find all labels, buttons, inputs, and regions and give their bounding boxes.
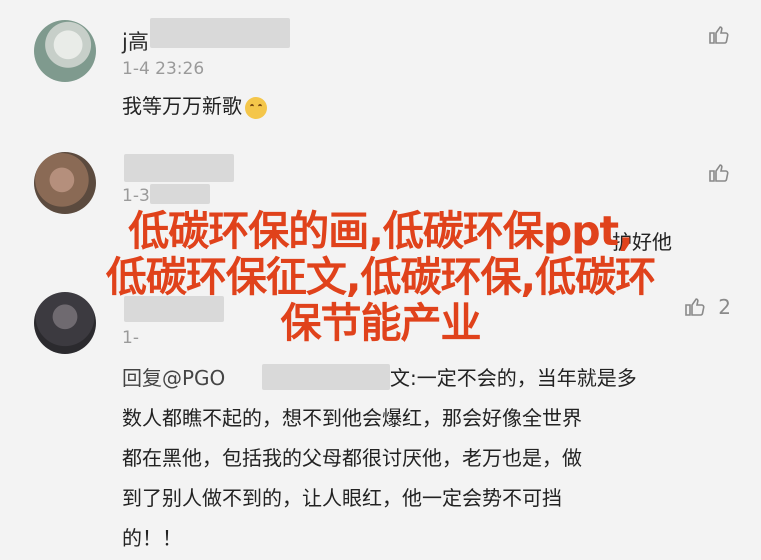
like-button[interactable] (707, 160, 731, 185)
reply-target-blur (262, 364, 390, 390)
name-blur (124, 154, 234, 182)
overlay-line-1: 低碳环保的画,低碳环保ppt, (128, 207, 633, 255)
overlay-title: 低碳环保的画,低碳环保ppt, 低碳环保征文,低碳环保,低碳环 保节能产业 (0, 208, 761, 346)
comment-line-5: 的！！ (122, 526, 182, 550)
reply-prefix[interactable]: 回复@PGO (122, 358, 225, 398)
name-blur (150, 18, 290, 48)
comment-1: j高 1-4 23:26 我等万万新歌 (0, 0, 761, 140)
comment-text: 我等万万新歌 (122, 86, 267, 126)
thumbs-up-icon (707, 22, 731, 47)
comment-line-2: 数人都瞧不起的，想不到他会爆红，那会好像全世界 (122, 406, 582, 430)
comment-line-3: 都在黑他，包括我的父母都很讨厌他，老万也是，做 (122, 446, 582, 470)
thumbs-up-icon (707, 160, 731, 185)
avatar[interactable] (34, 152, 96, 214)
commenter-name[interactable]: j高 (122, 26, 149, 56)
overlay-line-3: 保节能产业 (280, 299, 482, 347)
comment-line-4: 到了别人做不到的，让人眼红，他一定会势不可挡 (122, 486, 562, 510)
time-blur (150, 184, 210, 204)
avatar[interactable] (34, 20, 96, 82)
like-button[interactable] (707, 22, 731, 47)
comment-line-1: 文:一定不会的，当年就是多 (390, 366, 637, 390)
comment-text-content: 我等万万新歌 (122, 94, 242, 118)
comment-time: 1-4 23:26 (122, 59, 205, 79)
smile-emoji-icon (245, 96, 267, 119)
comment-time: 1-3 (122, 186, 150, 206)
overlay-line-2: 低碳环保征文,低碳环保,低碳环 (105, 253, 656, 301)
